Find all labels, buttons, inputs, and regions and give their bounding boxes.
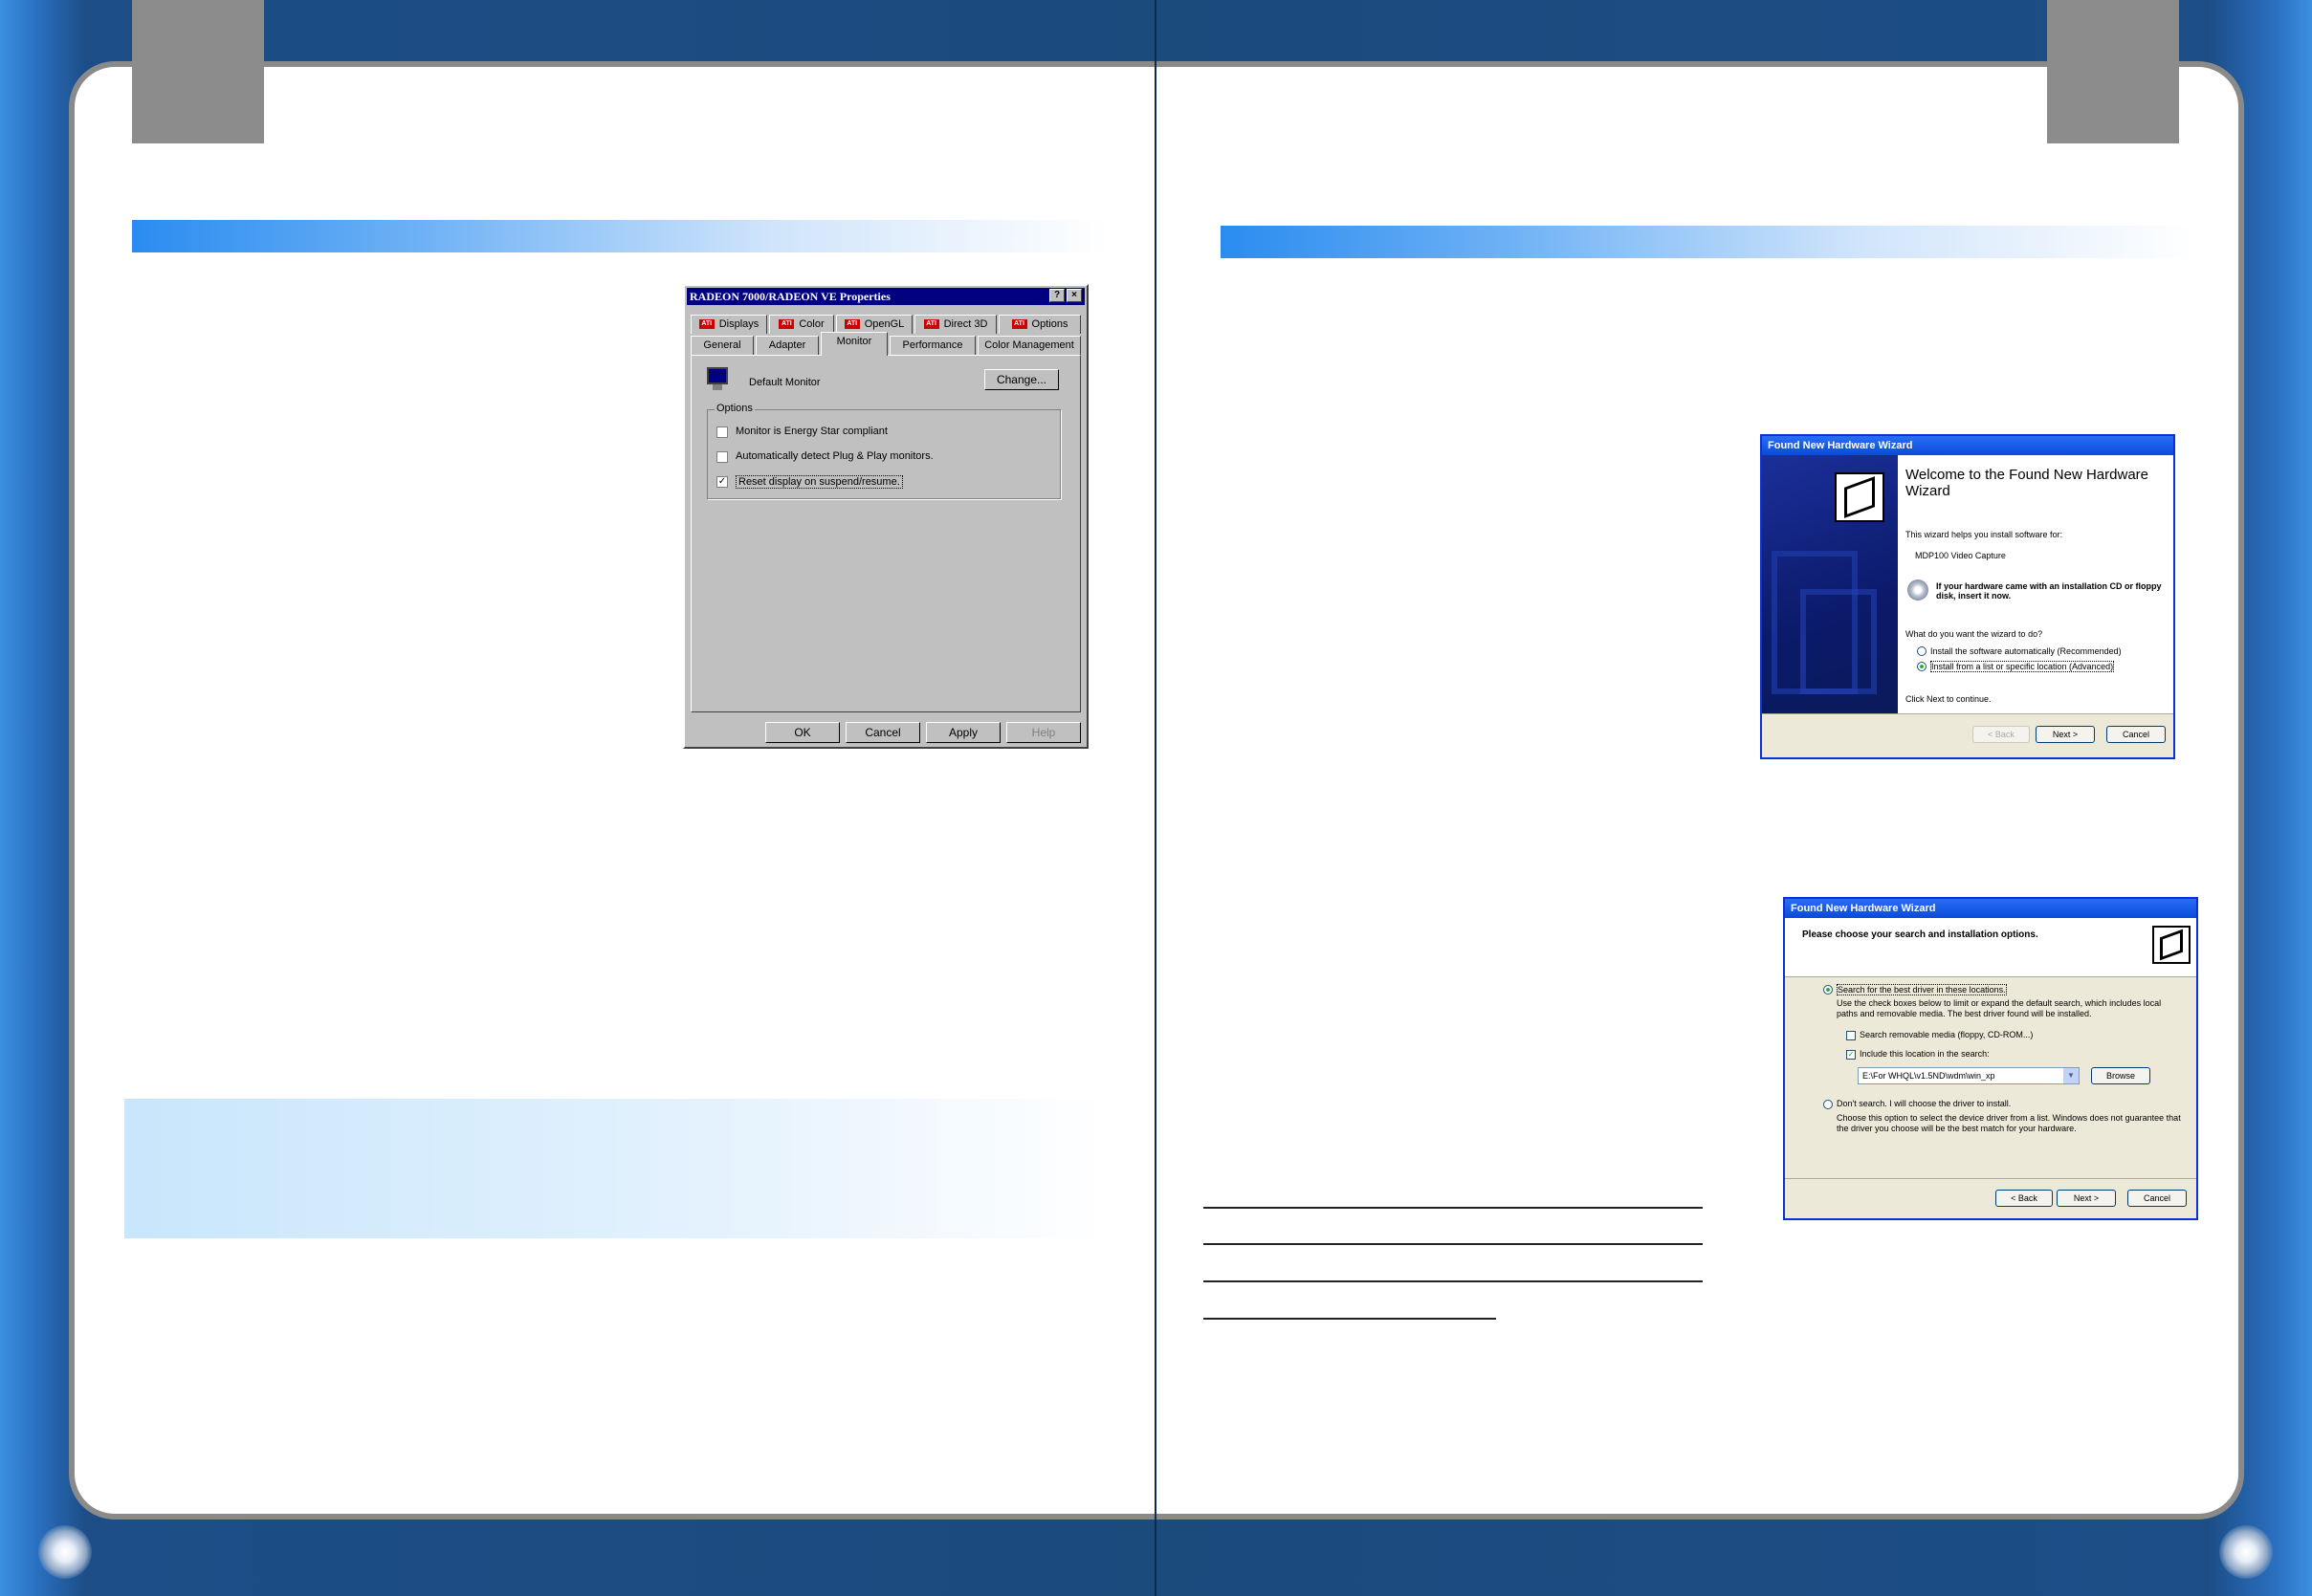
- tab-performance[interactable]: Performance: [890, 336, 976, 355]
- wizard1-question: What do you want the wizard to do?: [1905, 629, 2043, 639]
- wizard1-back-button[interactable]: < Back: [1972, 726, 2030, 743]
- search-desc-line1: Use the check boxes below to limit or ex…: [1837, 998, 2162, 1008]
- plug-play-checkbox[interactable]: [716, 451, 728, 463]
- left-section-header-band: [132, 220, 1110, 252]
- wizard2-header: Please choose your search and installati…: [1785, 918, 2196, 977]
- right-corner-glow: [2219, 1525, 2273, 1579]
- wizard1-body: Welcome to the Found New Hardware Wizard…: [1898, 455, 2173, 713]
- ati-icon: ATI: [698, 319, 715, 330]
- ati-icon: ATI: [779, 319, 795, 330]
- search-desc-line2: paths and removable media. The best driv…: [1837, 1009, 2092, 1018]
- ati-icon: ATI: [844, 319, 860, 330]
- dont-search-desc-line1: Choose this option to select the device …: [1837, 1113, 2181, 1123]
- search-best-driver-radio[interactable]: [1823, 985, 1833, 995]
- removable-media-label: Search removable media (floppy, CD-ROM..…: [1860, 1030, 2034, 1039]
- tab-options[interactable]: ATI Options: [999, 315, 1081, 334]
- wizard2-cancel-button[interactable]: Cancel: [2127, 1190, 2187, 1207]
- reset-display-label: Reset display on suspend/resume.: [736, 475, 903, 489]
- help-button[interactable]: Help: [1006, 722, 1081, 743]
- install-auto-label: Install the software automatically (Reco…: [1930, 646, 2122, 656]
- dont-search-label: Don't search. I will choose the driver t…: [1837, 1099, 2012, 1108]
- left-page-tab: [132, 0, 264, 143]
- tab-displays[interactable]: ATI Displays: [691, 315, 767, 334]
- ok-button[interactable]: OK: [765, 722, 840, 743]
- wizard1-device-name: MDP100 Video Capture: [1915, 551, 2006, 560]
- hardware-icon: [2152, 926, 2191, 964]
- underline-4: [1203, 1318, 1496, 1320]
- monitor-icon: [707, 367, 732, 394]
- cancel-button[interactable]: Cancel: [846, 722, 920, 743]
- removable-media-checkbox[interactable]: [1846, 1031, 1856, 1040]
- wizard2-heading: Please choose your search and installati…: [1802, 929, 2038, 940]
- install-auto-radio[interactable]: [1917, 646, 1927, 656]
- found-hardware-wizard-options: Found New Hardware Wizard Please choose …: [1783, 897, 2198, 1220]
- note-box: [124, 1099, 1106, 1238]
- right-page-tab: [2047, 0, 2179, 143]
- dont-search-radio[interactable]: [1823, 1100, 1833, 1109]
- monitor-name: Default Monitor: [749, 377, 821, 388]
- browse-button[interactable]: Browse: [2091, 1067, 2150, 1084]
- tab-color-management[interactable]: Color Management: [978, 336, 1081, 355]
- monitor-tab-panel: Default Monitor Change... Options Monito…: [691, 355, 1081, 712]
- location-path-combo[interactable]: E:\For WHQL\v1.5ND\wdm\win_xp ▼: [1858, 1067, 2080, 1084]
- tab-color[interactable]: ATI Color: [769, 315, 834, 334]
- spine-divider: [1155, 0, 1156, 1596]
- hardware-icon: [1835, 472, 1884, 522]
- underline-1: [1203, 1207, 1703, 1209]
- tab-direct3d[interactable]: ATI Direct 3D: [914, 315, 997, 334]
- wizard1-click-next: Click Next to continue.: [1905, 694, 1992, 704]
- wizard1-title: Found New Hardware Wizard: [1762, 436, 2173, 455]
- chevron-down-icon[interactable]: ▼: [2063, 1068, 2079, 1083]
- wizard1-cancel-button[interactable]: Cancel: [2106, 726, 2166, 743]
- search-best-driver-label: Search for the best driver in these loca…: [1837, 984, 2007, 995]
- install-list-radio[interactable]: [1917, 662, 1927, 671]
- ati-icon: ATI: [923, 319, 939, 330]
- underline-3: [1203, 1280, 1703, 1282]
- left-corner-glow: [38, 1525, 92, 1579]
- footer-separator: [1785, 1178, 2196, 1179]
- change-button[interactable]: Change...: [984, 369, 1059, 390]
- wizard1-cd-note: If your hardware came with an installati…: [1936, 581, 2162, 601]
- options-group-label: Options: [715, 403, 755, 414]
- wizard1-next-button[interactable]: Next >: [2036, 726, 2095, 743]
- wizard2-next-button[interactable]: Next >: [2057, 1190, 2116, 1207]
- right-section-header-band: [1221, 226, 2194, 258]
- dont-search-desc-line2: the driver you choose will be the best m…: [1837, 1124, 2077, 1133]
- found-hardware-wizard-welcome: Found New Hardware Wizard Welcome to the…: [1760, 434, 2175, 759]
- tab-monitor[interactable]: Monitor: [821, 332, 888, 356]
- energy-star-label: Monitor is Energy Star compliant: [736, 426, 888, 437]
- cd-icon: [1907, 579, 1928, 601]
- tab-general[interactable]: General: [691, 336, 754, 355]
- ati-icon: ATI: [1011, 319, 1027, 330]
- apply-button[interactable]: Apply: [926, 722, 1001, 743]
- help-title-button[interactable]: ?: [1049, 289, 1065, 302]
- install-list-label: Install from a list or specific location…: [1930, 661, 2115, 672]
- close-icon[interactable]: ×: [1067, 289, 1082, 302]
- location-path-value: E:\For WHQL\v1.5ND\wdm\win_xp: [1862, 1071, 1995, 1081]
- tab-adapter[interactable]: Adapter: [756, 336, 819, 355]
- reset-display-checkbox[interactable]: ✓: [716, 476, 728, 488]
- page-sheet: [69, 61, 2244, 1519]
- dialog-title: RADEON 7000/RADEON VE Properties: [687, 288, 1085, 305]
- wizard2-back-button[interactable]: < Back: [1995, 1190, 2053, 1207]
- wizard1-side-graphic: [1762, 455, 1898, 713]
- wizard1-footer: < Back Next > Cancel: [1762, 713, 2173, 757]
- tab-opengl[interactable]: ATI OpenGL: [836, 315, 913, 334]
- wizard2-title: Found New Hardware Wizard: [1785, 899, 2196, 918]
- energy-star-checkbox[interactable]: [716, 426, 728, 438]
- include-location-label: Include this location in the search:: [1860, 1049, 1990, 1059]
- radeon-properties-dialog: RADEON 7000/RADEON VE Properties ? × ATI…: [683, 284, 1089, 749]
- plug-play-label: Automatically detect Plug & Play monitor…: [736, 450, 934, 462]
- underline-2: [1203, 1243, 1703, 1245]
- wizard1-heading: Welcome to the Found New Hardware Wizard: [1905, 467, 2149, 499]
- include-location-checkbox[interactable]: ✓: [1846, 1050, 1856, 1060]
- wizard1-helps-text: This wizard helps you install software f…: [1905, 530, 2063, 539]
